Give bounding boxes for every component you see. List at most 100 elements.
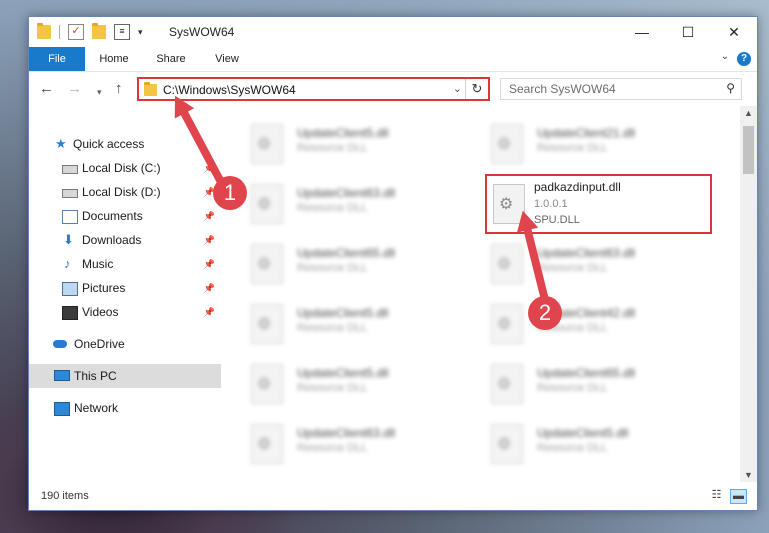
dll-file-icon: ⚙: [251, 304, 283, 344]
pin-icon[interactable]: 📌: [204, 204, 215, 228]
file-name: UpdateClient63.dll: [297, 426, 396, 440]
sidebar-item-label: Music: [82, 257, 114, 271]
file-description: Resource DLL: [537, 442, 608, 454]
minimize-button[interactable]: —: [619, 17, 665, 47]
file-description: Resource DLL: [297, 322, 368, 334]
computer-icon: [54, 370, 70, 381]
recent-locations-icon[interactable]: ▾: [97, 84, 102, 100]
gear-icon: ⚙: [257, 316, 272, 333]
file-tile[interactable]: ⚙ UpdateClient65.dll Resource DLL: [461, 356, 691, 412]
back-arrow-icon[interactable]: ←: [39, 81, 54, 97]
file-tile[interactable]: ⚙ UpdateClient5.dll Resource DLL: [221, 296, 451, 352]
scroll-up-icon[interactable]: ▲: [744, 108, 753, 118]
network-icon: [54, 402, 70, 416]
sidebar-item-this-pc[interactable]: This PC: [29, 364, 221, 388]
window-title: SysWOW64: [169, 25, 235, 39]
file-version: 1.0.0.1: [534, 198, 568, 210]
search-icon[interactable]: ⚲: [726, 81, 735, 95]
sidebar-item-label: Downloads: [82, 233, 142, 247]
pin-icon[interactable]: 📌: [204, 228, 215, 252]
sidebar-item-network[interactable]: Network: [29, 396, 221, 420]
scrollbar-thumb[interactable]: [743, 126, 754, 174]
file-tile[interactable]: ⚙ UpdateClient65.dll Resource DLL: [221, 236, 451, 292]
ribbon-tabs: File Home Share View ⌄ ?: [29, 47, 757, 72]
pin-icon[interactable]: 📌: [204, 276, 215, 300]
gear-icon: ⚙: [499, 196, 514, 213]
file-tile[interactable]: ⚙ UpdateClient63.dll Resource DLL: [221, 416, 451, 472]
tab-home[interactable]: Home: [87, 47, 141, 71]
help-icon[interactable]: ?: [737, 52, 751, 66]
properties-icon[interactable]: ≡: [114, 24, 130, 40]
vertical-scrollbar[interactable]: ▲ ▼: [740, 106, 757, 482]
file-tile[interactable]: ⚙ UpdateClient5.dll Resource DLL: [221, 116, 451, 172]
address-row: ← → ▾ ↑ C:\Windows\SysWOW64 ⌄ ↻ Search S…: [29, 72, 757, 106]
address-bar[interactable]: C:\Windows\SysWOW64 ⌄ ↻: [137, 77, 490, 101]
close-button[interactable]: ✕: [711, 17, 757, 47]
sidebar-item-label: Videos: [82, 305, 119, 319]
properties-check-icon[interactable]: ✓: [68, 24, 84, 40]
file-tile[interactable]: ⚙ UpdateClient5.dll Resource DLL: [461, 416, 691, 472]
star-icon: ★: [55, 136, 67, 151]
pin-icon[interactable]: 📌: [204, 252, 215, 276]
dll-file-icon: ⚙: [491, 424, 523, 464]
file-name: UpdateClient5.dll: [297, 126, 389, 140]
dll-file-icon: ⚙: [251, 424, 283, 464]
sidebar-item-documents[interactable]: Documents 📌: [29, 204, 221, 228]
gear-icon: ⚙: [257, 376, 272, 393]
file-name: UpdateClient5.dll: [297, 366, 389, 380]
search-box[interactable]: Search SysWOW64 ⚲: [500, 78, 742, 100]
file-name: padkazdinput.dll: [534, 180, 621, 194]
file-tile[interactable]: ⚙ UpdateClient63.dll Resource DLL: [221, 176, 451, 232]
refresh-icon[interactable]: ↻: [465, 79, 488, 99]
explorer-window: ✓ ≡ ▾ SysWOW64 — ☐ ✕ File Home Share Vie…: [28, 16, 758, 511]
file-name: UpdateClient5.dll: [297, 306, 389, 320]
file-description: Resource DLL: [297, 442, 368, 454]
tab-share[interactable]: Share: [145, 47, 197, 71]
tiles-view-icon[interactable]: ▬: [730, 489, 747, 504]
file-description: Resource DLL: [297, 382, 368, 394]
folder-icon: [144, 82, 157, 96]
file-description: Resource DLL: [297, 142, 368, 154]
file-name: UpdateClient63.dll: [537, 246, 636, 260]
gear-icon: ⚙: [257, 196, 272, 213]
scroll-down-icon[interactable]: ▼: [744, 470, 753, 480]
expand-ribbon-icon[interactable]: ⌄: [721, 51, 729, 62]
file-name: UpdateClient65.dll: [537, 366, 636, 380]
up-arrow-icon[interactable]: ↑: [115, 81, 123, 97]
file-description: Resource DLL: [537, 382, 608, 394]
file-name: UpdateClient5.dll: [537, 426, 629, 440]
file-description: Resource DLL: [297, 262, 368, 274]
gear-icon: ⚙: [257, 256, 272, 273]
cloud-icon: [53, 340, 67, 348]
sidebar-item-videos[interactable]: Videos 📌: [29, 300, 221, 324]
sidebar-item-label: Local Disk (C:): [82, 161, 161, 175]
sidebar-item-pictures[interactable]: Pictures 📌: [29, 276, 221, 300]
file-tile[interactable]: ⚙ UpdateClient63.dll Resource DLL: [461, 236, 691, 292]
details-view-icon[interactable]: ☷: [709, 489, 724, 502]
sidebar-item-downloads[interactable]: ⬇ Downloads 📌: [29, 228, 221, 252]
file-tile[interactable]: ⚙ UpdateClient5.dll Resource DLL: [221, 356, 451, 412]
file-tile[interactable]: ⚙ UpdateClient42.dll Resource DLL: [461, 296, 691, 352]
dll-file-icon: ⚙: [491, 364, 523, 404]
sidebar-item-local-disk-c[interactable]: Local Disk (C:) 📌: [29, 156, 221, 180]
pin-icon[interactable]: 📌: [204, 300, 215, 324]
maximize-button[interactable]: ☐: [665, 17, 711, 47]
file-description: Resource DLL: [537, 142, 608, 154]
customize-toolbar-dropdown-icon[interactable]: ▾: [138, 27, 143, 38]
sidebar-item-local-disk-d[interactable]: Local Disk (D:) 📌: [29, 180, 221, 204]
gear-icon: ⚙: [497, 436, 512, 453]
file-tile[interactable]: ⚙ UpdateClient21.dll Resource DLL: [461, 116, 691, 172]
sidebar-item-onedrive[interactable]: OneDrive: [29, 332, 221, 356]
tab-view[interactable]: View: [201, 47, 253, 71]
gear-icon: ⚙: [497, 256, 512, 273]
window-controls: — ☐ ✕: [619, 17, 757, 47]
search-input[interactable]: Search SysWOW64: [509, 82, 616, 96]
sidebar-item-music[interactable]: ♪ Music 📌: [29, 252, 221, 276]
address-dropdown-icon[interactable]: ⌄: [453, 82, 462, 95]
music-icon: ♪: [64, 256, 71, 271]
forward-arrow-icon[interactable]: →: [67, 81, 82, 97]
tab-file[interactable]: File: [29, 47, 85, 71]
new-folder-icon[interactable]: [92, 23, 106, 39]
gear-icon: ⚙: [497, 136, 512, 153]
file-description: Resource DLL: [297, 202, 368, 214]
